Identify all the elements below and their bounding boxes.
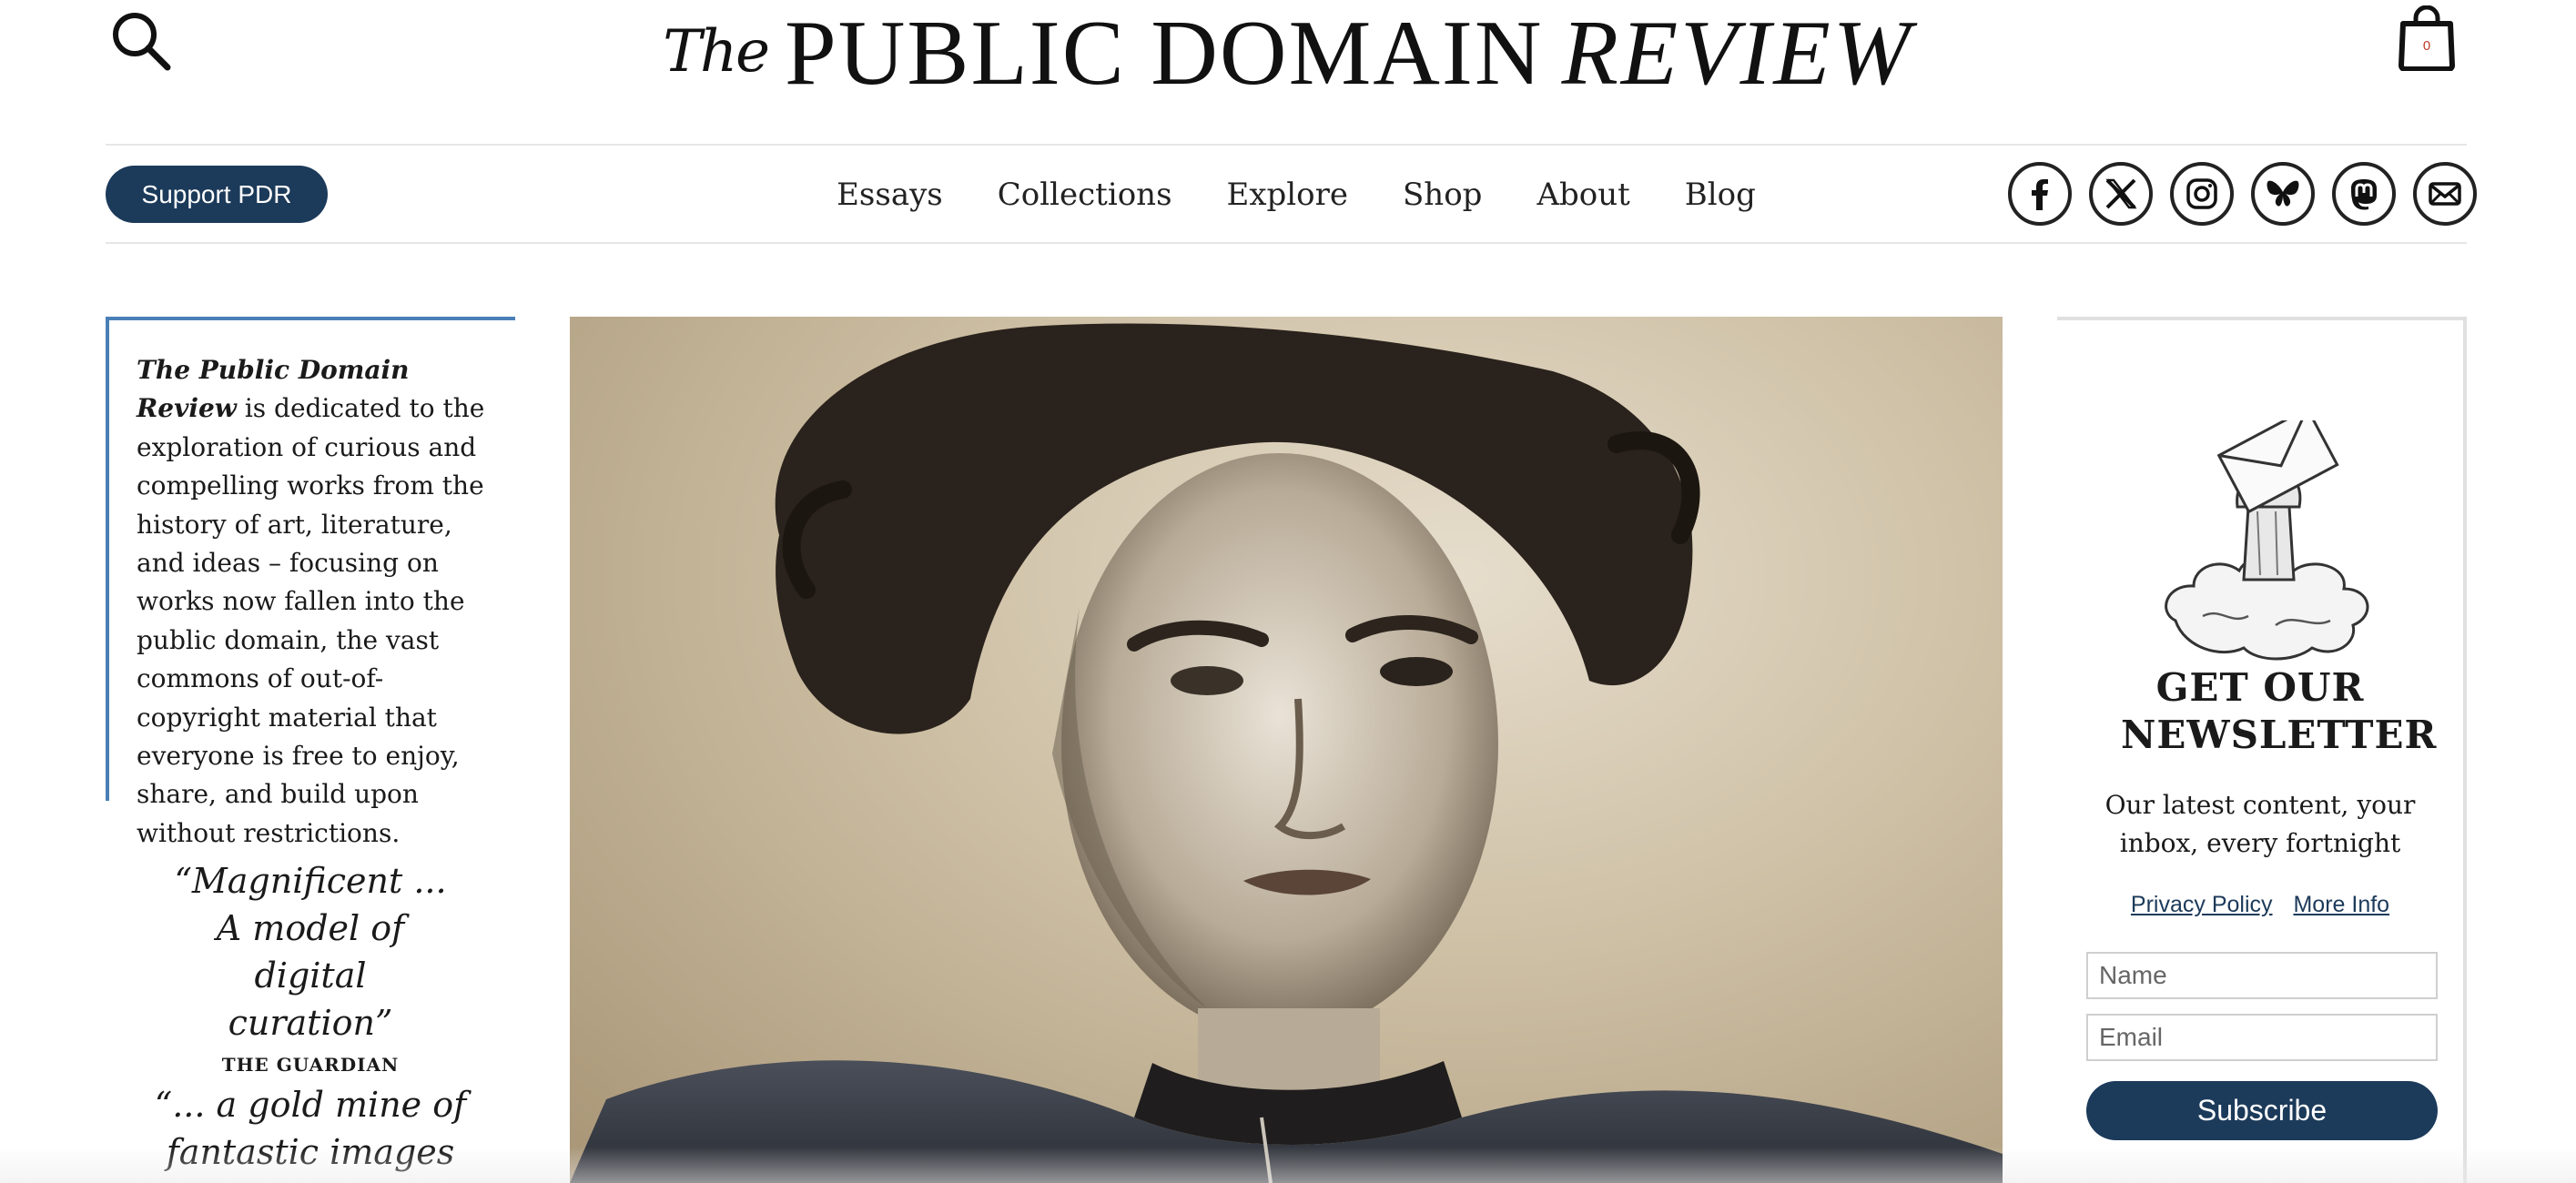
instagram-icon [2186,178,2217,209]
logo-the: The [663,18,770,86]
x-link[interactable] [2089,162,2153,226]
mail-icon [2429,182,2461,206]
quote-source: THE GUARDIAN [221,1054,400,1076]
hand-envelope-illustration [2165,420,2369,661]
nav-blog[interactable]: Blog [1685,167,1756,222]
mastodon-icon [2351,179,2377,210]
name-field[interactable] [2086,952,2438,999]
about-box: The Public Domain Review is dedicated to… [106,317,515,848]
facebook-icon [2032,179,2048,210]
hero-image[interactable] [570,317,2003,1183]
bluesky-link[interactable] [2251,162,2315,226]
more-info-link[interactable]: More Info [2293,892,2389,917]
newsletter-panel: GET OUR NEWSLETTER Our latest content, y… [2057,317,2467,1183]
nav-shop[interactable]: Shop [1403,167,1482,222]
bluesky-icon [2267,180,2299,207]
cart-button[interactable]: 0 [2398,5,2456,72]
quote-text: “Magnificent ... A model of digital cura… [174,861,447,1043]
site-logo[interactable]: The PUBLIC DOMAIN REVIEW [0,0,2576,105]
logo-review: REVIEW [1561,2,1913,105]
nav-essays[interactable]: Essays [837,167,943,222]
privacy-policy-link[interactable]: Privacy Policy [2131,892,2273,917]
logo-main: PUBLIC DOMAIN [785,2,1544,105]
cart-count: 0 [2422,38,2431,54]
nav-divider [106,242,2467,244]
mail-link[interactable] [2413,162,2477,226]
quote-text: “... a gold mine of fantastic images and [154,1085,467,1183]
email-field[interactable] [2086,1014,2438,1061]
nav-about[interactable]: About [1536,167,1629,222]
nav-explore[interactable]: Explore [1227,167,1348,222]
facebook-link[interactable] [2008,162,2072,226]
social-links [2008,162,2477,226]
mastodon-link[interactable] [2332,162,2396,226]
press-quote: “Magnificent ... A model of digital cura… [106,857,515,1076]
header-divider [106,144,2467,146]
instagram-link[interactable] [2170,162,2234,226]
newsletter-description: Our latest content, your inbox, every fo… [2104,790,2416,858]
portrait-photo [570,323,2003,1183]
press-quote: “... a gold mine of fantastic images and [106,1081,515,1183]
newsletter-links: Privacy Policy More Info [2057,892,2463,918]
newsletter-title: GET OUR NEWSLETTER [2121,665,2438,757]
subscribe-button[interactable]: Subscribe [2086,1081,2438,1140]
nav-collections[interactable]: Collections [998,167,1172,222]
x-icon [2105,178,2137,209]
about-text: is dedicated to the exploration of curio… [137,393,485,848]
